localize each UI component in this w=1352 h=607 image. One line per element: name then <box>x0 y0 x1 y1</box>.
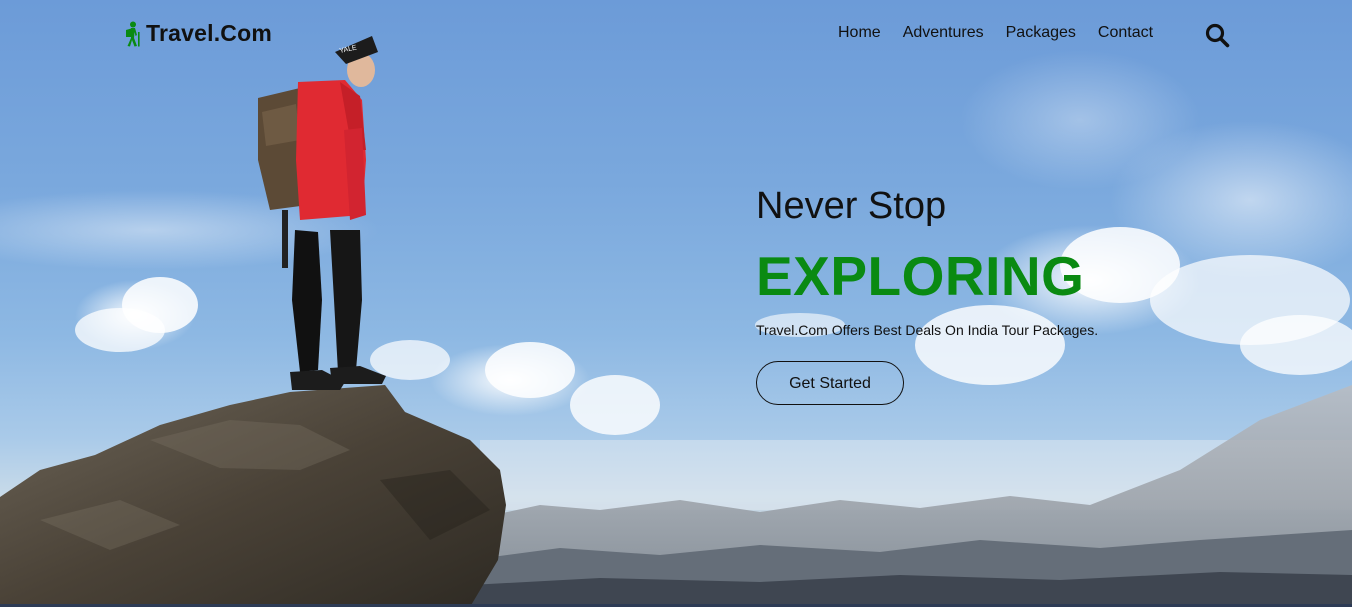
main-nav: Home Adventures Packages Contact <box>838 24 1175 42</box>
brand-name: Travel.Com <box>146 20 272 46</box>
hero-content: Never Stop EXPLORING Travel.Com Offers B… <box>756 184 1276 405</box>
hero-description: Travel.Com Offers Best Deals On India To… <box>756 322 1099 338</box>
get-started-button[interactable]: Get Started <box>756 361 904 405</box>
hero-title: Never Stop <box>756 185 947 227</box>
nav-link-packages[interactable]: Packages <box>1006 24 1076 42</box>
hero-accent-heading: EXPLORING <box>756 245 1085 307</box>
nav-link-home[interactable]: Home <box>838 24 881 42</box>
hiker-icon <box>126 21 140 46</box>
nav-link-adventures[interactable]: Adventures <box>903 24 984 42</box>
search-icon[interactable] <box>1204 22 1230 48</box>
nav-link-contact[interactable]: Contact <box>1098 24 1153 42</box>
navbar: Travel.Com Home Adventures Packages Cont… <box>0 0 1352 70</box>
brand-logo[interactable]: Travel.Com <box>120 20 272 47</box>
